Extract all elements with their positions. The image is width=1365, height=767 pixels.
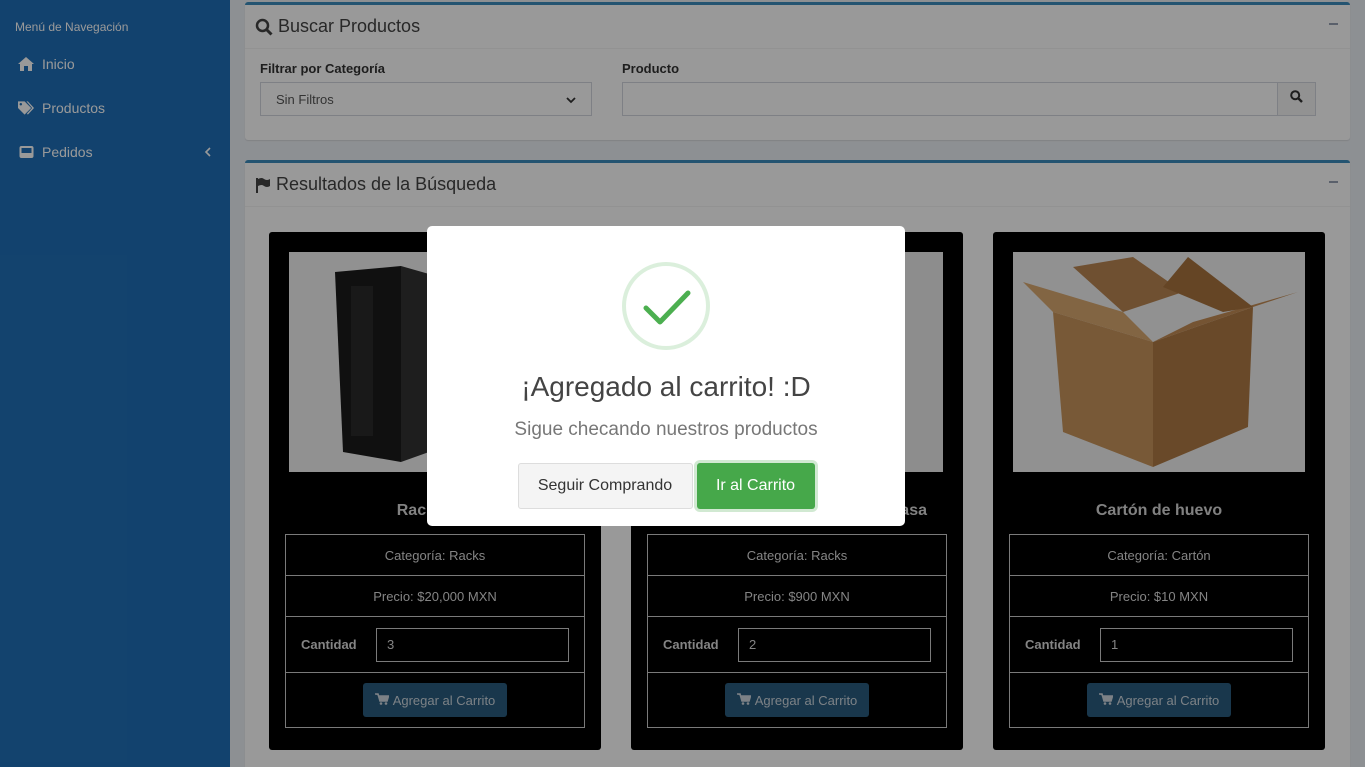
success-dialog: ¡Agregado al carrito! :D Sigue checando … <box>427 226 905 526</box>
success-check-icon <box>622 262 710 350</box>
continue-shopping-button[interactable]: Seguir Comprando <box>517 463 693 509</box>
dialog-title: ¡Agregado al carrito! :D <box>521 371 811 402</box>
go-to-cart-button[interactable]: Ir al Carrito <box>696 463 815 509</box>
dialog-message: Sigue checando nuestros productos <box>514 419 818 440</box>
